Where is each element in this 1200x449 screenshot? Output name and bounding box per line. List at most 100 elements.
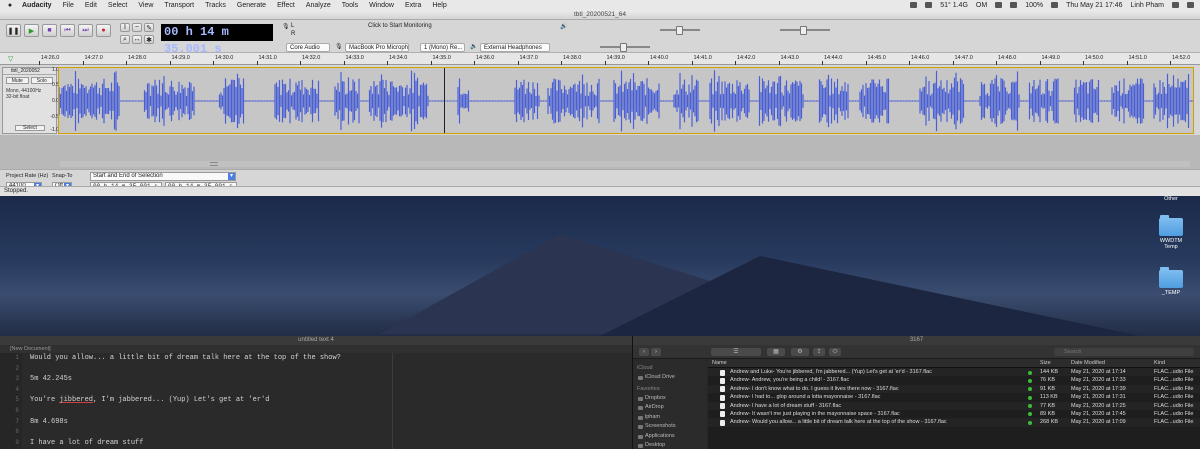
menubar-clock[interactable]: Thu May 21 17:46: [1066, 2, 1122, 9]
text-line[interactable]: I have a lot of dream stuff: [30, 438, 390, 449]
text-line[interactable]: You're jibbered, I'm jabbered... (Yup) L…: [30, 395, 390, 406]
desktop-folder-temp[interactable]: _TEMP: [1156, 267, 1186, 296]
file-row[interactable]: Andrew- Would you allow... a little bit …: [708, 418, 1200, 427]
file-row[interactable]: Andrew- I don't know what to do. I guess…: [708, 384, 1200, 394]
sidebar-item-applications[interactable]: Applications: [637, 432, 703, 442]
forward-button[interactable]: ›: [651, 348, 661, 356]
track-select-button[interactable]: Select: [15, 125, 45, 131]
spotlight-icon[interactable]: [1172, 2, 1179, 8]
multi-tool[interactable]: ✱: [144, 35, 154, 44]
text-line[interactable]: [30, 385, 390, 396]
action-button[interactable]: ⚙: [791, 348, 809, 356]
pause-button[interactable]: ❚❚: [6, 24, 21, 37]
playback-device-select[interactable]: External Headphones: [480, 43, 550, 52]
editor-tab[interactable]: [New Document]: [0, 345, 632, 353]
notification-center-icon[interactable]: [1187, 2, 1194, 8]
menu-window[interactable]: Window: [369, 2, 394, 9]
waveform-area[interactable]: [58, 67, 1194, 134]
sidebar-item-screenshots[interactable]: Screenshots: [637, 422, 703, 432]
timeline-ruler[interactable]: ▽ 14:26.0 14:27.0 14:28.0 14:29.0 14:30.0 14:…: [0, 53, 1200, 65]
system-stats[interactable]: 51° 1.4G: [940, 2, 968, 9]
sidebar-item-icloud-drive[interactable]: iCloud Drive: [637, 373, 703, 383]
scroll-grip[interactable]: [210, 162, 218, 166]
desktop-item-other[interactable]: Other: [1156, 196, 1186, 202]
wifi-icon[interactable]: [995, 2, 1003, 8]
sidebar-item-airdrop[interactable]: AirDrop: [637, 403, 703, 413]
playback-meter-icon[interactable]: 🔊: [560, 23, 567, 30]
column-date[interactable]: Date Modified: [1071, 359, 1105, 368]
text-line[interactable]: 5m 42.245s: [30, 374, 390, 385]
sidebar-item-home[interactable]: lpham: [637, 413, 703, 423]
editor-tab-label[interactable]: [New Document]: [10, 346, 51, 352]
menu-analyze[interactable]: Analyze: [306, 2, 331, 9]
ruler-tick: 14:52.0: [1169, 55, 1191, 65]
play-speed-slider[interactable]: [600, 43, 650, 52]
file-row[interactable]: Andrew and Luke- You're jibbered, I'm ja…: [708, 368, 1200, 377]
menu-file[interactable]: File: [63, 2, 74, 9]
record-volume-slider[interactable]: [660, 26, 700, 35]
text-line[interactable]: [30, 364, 390, 375]
selection-mode-select[interactable]: Start and End of Selection: [90, 172, 236, 181]
volume-icon[interactable]: [925, 2, 933, 8]
text-line[interactable]: [30, 427, 390, 438]
menu-tools[interactable]: Tools: [342, 2, 358, 9]
menu-help[interactable]: Help: [432, 2, 446, 9]
bluetooth-icon[interactable]: [1010, 2, 1018, 8]
column-name[interactable]: Name: [712, 359, 727, 368]
back-button[interactable]: ‹: [639, 348, 649, 356]
time-display[interactable]: 00 h 14 m 35.001 s: [161, 24, 273, 56]
column-kind[interactable]: Kind: [1154, 359, 1165, 368]
file-row[interactable]: Andrew- Andrew, you're being a child! - …: [708, 376, 1200, 384]
audio-host-select[interactable]: Core Audio: [286, 43, 330, 52]
view-mode-buttons[interactable]: ☰: [711, 348, 761, 356]
menu-app-name[interactable]: Audacity: [22, 2, 52, 9]
file-row[interactable]: Andrew- I have a lot of dream stuff - 31…: [708, 401, 1200, 410]
editor-text-area[interactable]: Would you allow... a little bit of dream…: [30, 353, 390, 448]
group-button[interactable]: ▦: [767, 348, 785, 356]
menu-view[interactable]: View: [138, 2, 153, 9]
share-button[interactable]: ⇪: [813, 348, 825, 356]
selection-tool[interactable]: I: [120, 23, 130, 32]
horizontal-scrollbar[interactable]: [60, 161, 1190, 167]
menu-tracks[interactable]: Tracks: [205, 2, 226, 9]
file-row[interactable]: Andrew- It wasn't me just playing in the…: [708, 410, 1200, 418]
record-button[interactable]: ●: [96, 24, 111, 37]
desktop-folder-wwdtm-temp[interactable]: WWDTM Temp: [1156, 215, 1186, 250]
record-meter-icon[interactable]: 🎙: [282, 23, 290, 30]
menu-effect[interactable]: Effect: [277, 2, 295, 9]
stop-button[interactable]: ■: [42, 24, 57, 37]
menu-extra[interactable]: Extra: [405, 2, 421, 9]
envelope-tool[interactable]: ~: [132, 23, 142, 32]
text-line[interactable]: Would you allow... a little bit of dream…: [30, 353, 390, 364]
menu-transport[interactable]: Transport: [164, 2, 194, 9]
user-menu[interactable]: Linh Pham: [1131, 2, 1164, 9]
battery-indicator[interactable]: 100%: [1025, 2, 1043, 9]
om-indicator[interactable]: OM: [976, 2, 987, 9]
mute-button[interactable]: Mute: [6, 77, 29, 84]
pin-icon[interactable]: ▽: [8, 55, 13, 63]
timeshift-tool[interactable]: ↔: [132, 35, 142, 44]
recording-channels-select[interactable]: 1 (Mono) Re...: [420, 43, 465, 52]
apple-icon[interactable]: ●: [6, 2, 14, 9]
playback-volume-slider[interactable]: [780, 26, 830, 35]
battery-icon[interactable]: [1051, 2, 1059, 8]
finder-search-input[interactable]: Search: [1054, 348, 1194, 356]
column-size[interactable]: Size: [1040, 359, 1051, 368]
zoom-tool[interactable]: ⌕: [120, 35, 130, 44]
menu-generate[interactable]: Generate: [237, 2, 266, 9]
skip-end-button[interactable]: ⏭: [78, 24, 93, 37]
skip-start-button[interactable]: ⏮: [60, 24, 75, 37]
monitoring-label[interactable]: Click to Start Monitoring: [368, 23, 432, 29]
draw-tool[interactable]: ✎: [144, 23, 154, 32]
sidebar-item-desktop[interactable]: Desktop: [637, 441, 703, 449]
dropbox-icon[interactable]: [910, 2, 918, 8]
text-line[interactable]: 8m 4.698s: [30, 417, 390, 428]
recording-device-select[interactable]: MacBook Pro Microph...: [345, 43, 409, 52]
menu-edit[interactable]: Edit: [85, 2, 97, 9]
sidebar-item-dropbox[interactable]: Dropbox: [637, 394, 703, 404]
text-line[interactable]: [30, 406, 390, 417]
file-row[interactable]: Andrew- I had to... glop around a lotta …: [708, 393, 1200, 401]
tags-button[interactable]: ⬭: [829, 348, 841, 356]
menu-select[interactable]: Select: [108, 2, 127, 9]
play-button[interactable]: ▶: [24, 24, 39, 37]
